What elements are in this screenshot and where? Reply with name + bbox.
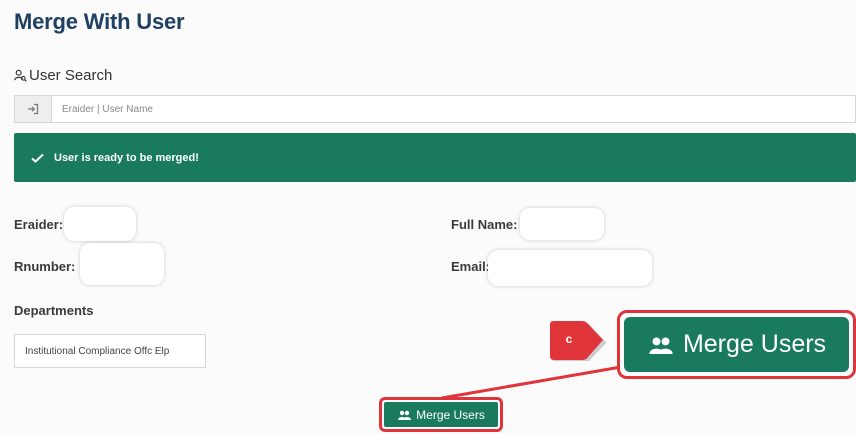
page-title: Merge With User <box>14 9 185 34</box>
sign-in-icon <box>28 103 39 115</box>
rnumber-label: Rnumber: <box>14 259 76 274</box>
merge-users-zoomed-label: Merge Users <box>682 330 827 358</box>
user-search-field <box>14 95 856 123</box>
user-search-label: User Search <box>14 67 112 84</box>
merge-users-button-label: Merge Users <box>416 407 485 422</box>
user-search-label-text: User Search <box>29 67 113 84</box>
full-name-value-redacted <box>520 208 604 240</box>
rnumber-value-redacted <box>80 243 164 285</box>
merge-users-button-zoomed-inner: Merge Users <box>624 317 849 372</box>
email-value-redacted <box>488 250 652 286</box>
merge-users-button-highlight: Merge Users <box>379 397 503 432</box>
user-search-icon <box>14 69 27 82</box>
success-alert: User is ready to be merged! <box>14 133 856 182</box>
merge-users-button-zoomed: Merge Users <box>617 310 856 379</box>
users-icon <box>649 336 673 354</box>
check-icon <box>31 153 44 163</box>
merge-users-button[interactable]: Merge Users <box>384 402 498 427</box>
departments-label: Departments <box>14 303 94 318</box>
department-item: Institutional Compliance Offc Elp <box>14 334 206 368</box>
user-search-input[interactable] <box>52 96 855 122</box>
users-icon <box>398 410 412 420</box>
callout-letter: c <box>565 332 573 346</box>
eraider-value-redacted <box>64 207 136 241</box>
full-name-label: Full Name: <box>451 217 518 232</box>
email-label: Email: <box>451 259 491 274</box>
alert-message: User is ready to be merged! <box>54 151 199 164</box>
search-addon <box>15 96 52 122</box>
eraider-label: Eraider: <box>14 217 64 232</box>
